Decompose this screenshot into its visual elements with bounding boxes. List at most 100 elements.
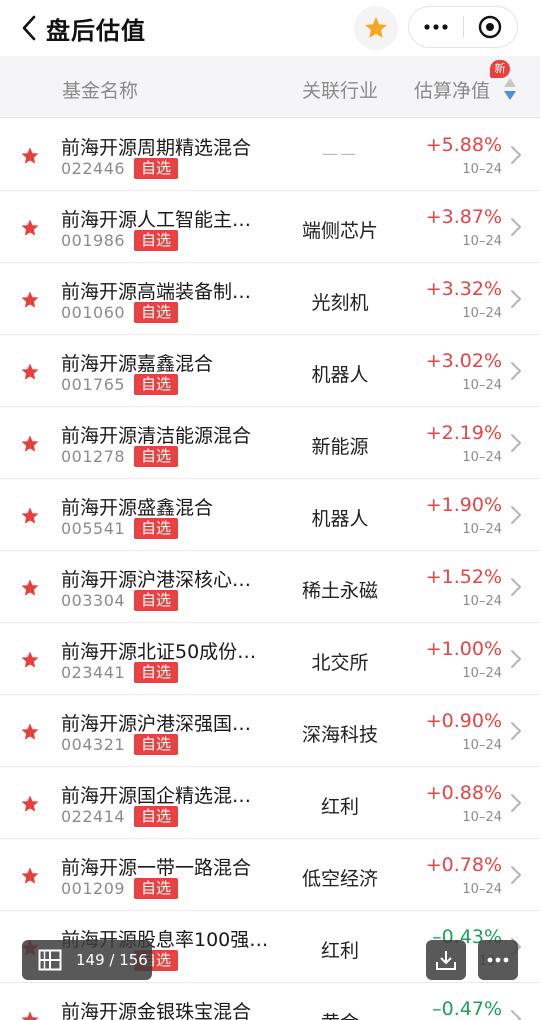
starred-icon[interactable]: [20, 578, 40, 598]
more-dots-icon: [424, 24, 448, 30]
estimate-date: 10–24: [462, 234, 502, 249]
watchlist-tag: 自选: [134, 662, 179, 683]
starred-icon[interactable]: [20, 650, 40, 670]
fund-code: 005541: [61, 519, 126, 538]
column-header-estimated-nav[interactable]: 估算净值: [414, 76, 490, 103]
chevron-right-icon: [511, 506, 521, 524]
fund-row[interactable]: 前海开源国企精选混… 022414 自选 红利 +0.88% 10–24: [0, 767, 540, 839]
watchlist-tag: 自选: [134, 734, 179, 755]
chevron-right-icon: [511, 1010, 521, 1020]
fund-list: 前海开源周期精选混合 022446 自选 —— +5.88% 10–24 前海开…: [0, 119, 540, 1020]
related-industry: 机器人: [311, 364, 369, 386]
related-industry: 端侧芯片: [301, 220, 378, 242]
watchlist-tag: 自选: [134, 446, 179, 467]
more-options-button[interactable]: [409, 7, 463, 47]
watchlist-tag: 自选: [134, 158, 179, 179]
star-icon: [364, 16, 388, 38]
chevron-right-icon: [511, 722, 521, 740]
fund-name: 前海开源盛鑫混合: [61, 497, 214, 519]
back-button[interactable]: [12, 0, 46, 56]
fund-row[interactable]: 前海开源清洁能源混合 001278 自选 新能源 +2.19% 10–24: [0, 407, 540, 479]
fund-row[interactable]: 前海开源盛鑫混合 005541 自选 机器人 +1.90% 10–24: [0, 479, 540, 551]
chevron-right-icon: [511, 146, 521, 164]
fund-row[interactable]: 前海开源人工智能主… 001986 自选 端侧芯片 +3.87% 10–24: [0, 191, 540, 263]
fund-row[interactable]: 前海开源周期精选混合 022446 自选 —— +5.88% 10–24: [0, 119, 540, 191]
fund-row[interactable]: 前海开源嘉鑫混合 001765 自选 机器人 +3.02% 10–24: [0, 335, 540, 407]
starred-icon[interactable]: [20, 146, 40, 166]
starred-icon[interactable]: [20, 794, 40, 814]
chevron-right-icon: [511, 434, 521, 452]
estimated-change: –0.47%: [432, 998, 502, 1020]
page-title: 盘后估值: [46, 16, 146, 45]
watchlist-tag: 自选: [134, 302, 179, 323]
close-mini-program-button[interactable]: [463, 7, 517, 47]
target-close-icon: [479, 15, 502, 39]
fund-name: 前海开源一带一路混合: [61, 857, 252, 879]
fund-name: 前海开源清洁能源混合: [61, 425, 252, 447]
watchlist-tag: 自选: [134, 518, 179, 539]
starred-icon[interactable]: [20, 362, 40, 382]
chevron-right-icon: [511, 362, 521, 380]
more-dots-icon: [487, 957, 509, 963]
fund-row[interactable]: 前海开源沪港深核心… 003304 自选 稀土永磁 +1.52% 10–24: [0, 551, 540, 623]
estimated-change: +5.88%: [425, 134, 502, 156]
watchlist-tag: 自选: [134, 806, 179, 827]
download-button[interactable]: [426, 940, 466, 980]
list-header: 基金名称 关联行业 估算净值: [0, 56, 540, 118]
fund-name: 前海开源高端装备制…: [61, 281, 252, 303]
related-industry: 红利: [320, 940, 359, 962]
related-industry: 机器人: [311, 508, 369, 530]
estimated-change: +3.87%: [425, 206, 502, 228]
chevron-right-icon: [511, 650, 521, 668]
watchlist-tag: 自选: [134, 590, 179, 611]
chevron-right-icon: [511, 218, 521, 236]
fund-row[interactable]: 前海开源北证50成份… 023441 自选 北交所 +1.00% 10–24: [0, 623, 540, 695]
starred-icon[interactable]: [20, 218, 40, 238]
fund-row[interactable]: 前海开源一带一路混合 001209 自选 低空经济 +0.78% 10–24: [0, 839, 540, 911]
fund-row[interactable]: 前海开源高端装备制… 001060 自选 光刻机 +3.32% 10–24: [0, 263, 540, 335]
fund-row[interactable]: 前海开源金银珠宝混合 黄金 –0.47%: [0, 983, 540, 1020]
overlay-more-button[interactable]: [478, 940, 518, 980]
related-industry: 黄金: [280, 1008, 400, 1020]
fund-row[interactable]: 前海开源沪港深强国… 004321 自选 深海科技 +0.90% 10–24: [0, 695, 540, 767]
fund-name: 前海开源北证50成份…: [61, 641, 257, 663]
estimated-change: +1.90%: [425, 494, 502, 516]
column-header-fund-name: 基金名称: [62, 80, 139, 102]
starred-icon[interactable]: [20, 1010, 40, 1020]
watchlist-tag: 自选: [134, 878, 179, 899]
grid-view-icon: [38, 949, 62, 971]
related-industry: ——: [322, 144, 358, 163]
fund-code: 001209: [61, 879, 126, 898]
fund-code: 001060: [61, 303, 126, 322]
estimate-date: 10–24: [462, 162, 502, 177]
mini-program-capsule: [408, 6, 518, 48]
sort-toggle-icon[interactable]: [503, 76, 517, 102]
starred-icon[interactable]: [20, 722, 40, 742]
related-industry: 红利: [320, 796, 359, 818]
starred-icon[interactable]: [20, 506, 40, 526]
fund-code: 023441: [61, 663, 126, 682]
fund-code: 003304: [61, 591, 126, 610]
estimate-date: 10–24: [462, 594, 502, 609]
page-indicator[interactable]: 149 / 156: [22, 940, 152, 980]
starred-icon[interactable]: [20, 434, 40, 454]
fund-code: 001278: [61, 447, 126, 466]
column-header-industry: 关联行业: [302, 80, 379, 102]
favorite-button[interactable]: [354, 6, 398, 50]
estimated-change: +2.19%: [425, 422, 502, 444]
starred-icon[interactable]: [20, 866, 40, 886]
related-industry: 稀土永磁: [301, 580, 378, 602]
estimate-date: 10–24: [462, 306, 502, 321]
related-industry: 北交所: [311, 652, 369, 674]
estimate-date: 10–24: [462, 882, 502, 897]
watchlist-tag: 自选: [134, 230, 179, 251]
starred-icon[interactable]: [20, 290, 40, 310]
top-nav-bar: 盘后估值: [0, 0, 540, 56]
estimate-date: 10–24: [462, 522, 502, 537]
fund-name: 前海开源沪港深强国…: [61, 713, 252, 735]
watchlist-tag: 自选: [134, 374, 179, 395]
related-industry: 新能源: [311, 436, 369, 458]
fund-name: 前海开源沪港深核心…: [61, 569, 252, 591]
estimated-change: +1.00%: [425, 638, 502, 660]
chevron-right-icon: [511, 290, 521, 308]
